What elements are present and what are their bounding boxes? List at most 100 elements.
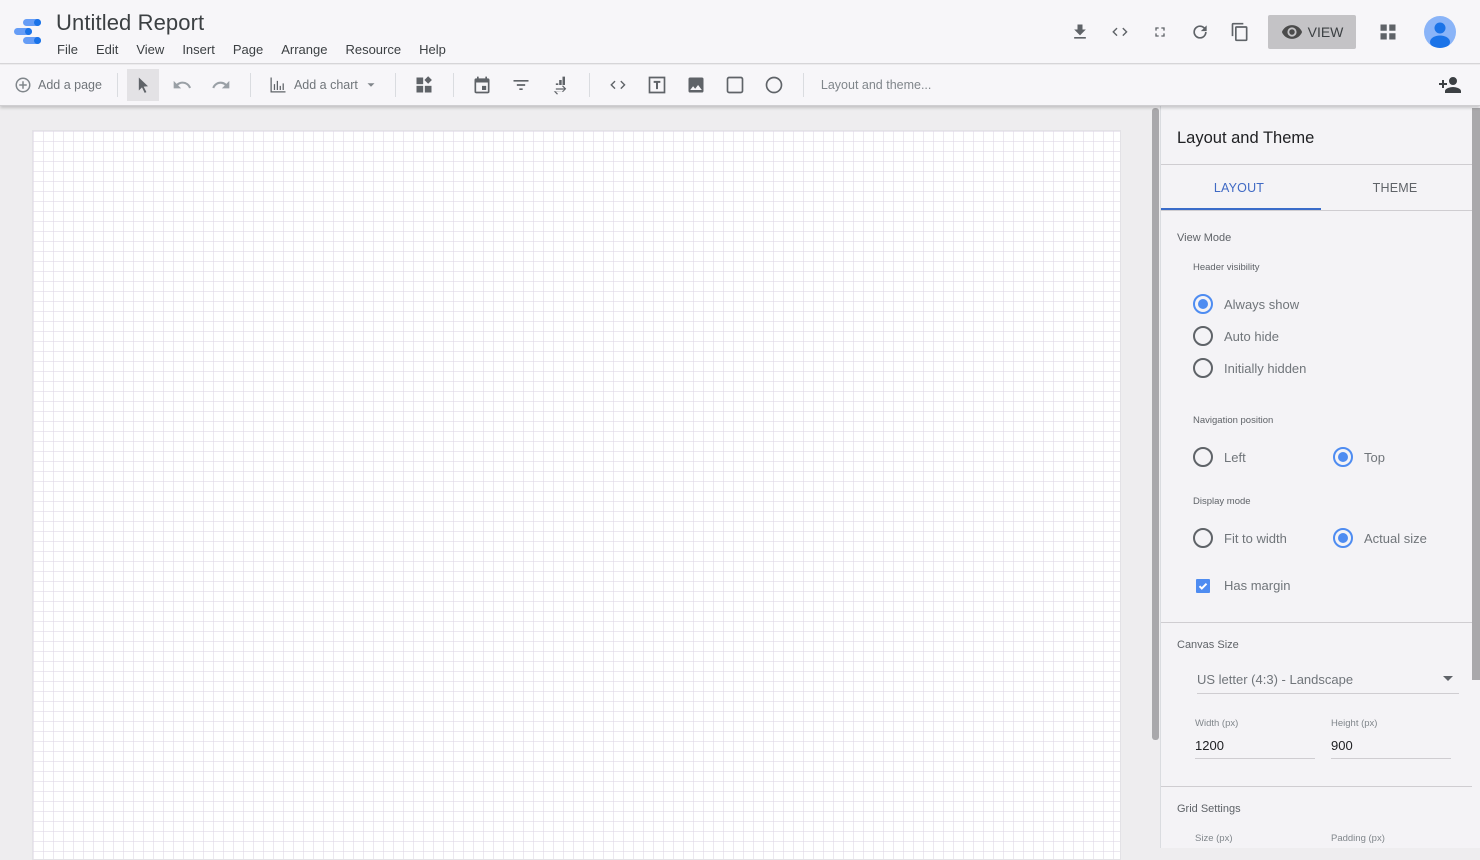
- text-box-icon: [649, 76, 666, 94]
- fullscreen-button[interactable]: [1140, 12, 1180, 52]
- radio-button[interactable]: [1193, 326, 1213, 346]
- menu-insert[interactable]: Insert: [173, 42, 224, 57]
- add-circle-icon: [15, 77, 31, 93]
- eye-icon: [1281, 25, 1302, 39]
- radio-nav-left[interactable]: Left: [1193, 447, 1246, 467]
- radio-button-checked[interactable]: [1333, 528, 1353, 548]
- width-input[interactable]: 1200: [1195, 735, 1315, 759]
- layout-and-theme-button[interactable]: Layout and theme...: [813, 69, 940, 101]
- radio-auto-hide[interactable]: Auto hide: [1193, 326, 1279, 346]
- radio-always-show[interactable]: Always show: [1193, 294, 1299, 314]
- redo-icon: [212, 80, 230, 89]
- image-icon: [688, 77, 704, 93]
- radio-initially-hidden[interactable]: Initially hidden: [1193, 358, 1306, 378]
- data-control-button[interactable]: [541, 69, 580, 101]
- community-visualizations-button[interactable]: [405, 69, 444, 101]
- circle-button[interactable]: [755, 69, 794, 101]
- toolbar-divider: [394, 73, 396, 97]
- radio-label: Fit to width: [1224, 530, 1287, 546]
- radio-label: Auto hide: [1224, 328, 1279, 344]
- toolbar-divider: [116, 73, 118, 97]
- dropdown-caret-icon: [1443, 676, 1453, 681]
- apps-button[interactable]: [1368, 12, 1408, 52]
- circle-icon: [766, 76, 783, 94]
- tab-layout[interactable]: LAYOUT: [1161, 165, 1321, 211]
- redo-button[interactable]: [202, 69, 241, 101]
- divider: [1161, 622, 1473, 623]
- height-label: Height (px): [1331, 718, 1378, 729]
- view-button[interactable]: VIEW: [1268, 15, 1356, 49]
- menu-resource[interactable]: Resource: [336, 42, 410, 57]
- menu-edit[interactable]: Edit: [87, 42, 127, 57]
- toolbar-divider: [249, 73, 251, 97]
- text-box-button[interactable]: [638, 69, 677, 101]
- menu-page[interactable]: Page: [224, 42, 272, 57]
- widgets-icon: [416, 76, 433, 93]
- divider: [1161, 786, 1473, 787]
- canvas-vertical-scrollbar[interactable]: [1152, 106, 1160, 848]
- canvas-size-value: US letter (4:3) - Landscape: [1197, 672, 1354, 687]
- url-embed-button[interactable]: [599, 69, 638, 101]
- date-range-button[interactable]: [463, 69, 502, 101]
- radio-button[interactable]: [1193, 528, 1213, 548]
- download-button[interactable]: [1060, 12, 1100, 52]
- width-label: Width (px): [1195, 718, 1239, 729]
- panel-title: Layout and Theme: [1177, 129, 1315, 147]
- grid-size-label: Size (px): [1195, 833, 1233, 844]
- radio-fit-to-width[interactable]: Fit to width: [1193, 528, 1287, 548]
- embed-icon: [1112, 27, 1128, 37]
- radio-button-checked[interactable]: [1333, 447, 1353, 467]
- menu-bar: File Edit View Insert Page Arrange Resou…: [48, 42, 455, 57]
- code-brackets-icon: [610, 80, 626, 90]
- checkmark-icon: [1198, 582, 1208, 590]
- panel-scrollbar-thumb[interactable]: [1472, 108, 1480, 680]
- menu-arrange[interactable]: Arrange: [272, 42, 336, 57]
- filter-control-button[interactable]: [502, 69, 541, 101]
- undo-button[interactable]: [163, 69, 202, 101]
- canvas-size-select[interactable]: US letter (4:3) - Landscape: [1197, 666, 1459, 694]
- radio-button-checked[interactable]: [1193, 294, 1213, 314]
- report-canvas[interactable]: [32, 130, 1121, 860]
- height-field: Height (px) 900: [1331, 718, 1451, 759]
- checkbox-label: Has margin: [1224, 578, 1291, 593]
- data-control-icon: [554, 76, 567, 95]
- radio-button[interactable]: [1193, 358, 1213, 378]
- radio-nav-top[interactable]: Top: [1333, 447, 1385, 467]
- radio-button[interactable]: [1193, 447, 1213, 467]
- data-studio-logo-icon[interactable]: [13, 17, 43, 47]
- menu-view[interactable]: View: [127, 42, 173, 57]
- select-tool-button[interactable]: [126, 69, 159, 101]
- radio-actual-size[interactable]: Actual size: [1333, 528, 1427, 548]
- copy-icon: [1231, 22, 1248, 42]
- tab-theme[interactable]: THEME: [1317, 165, 1473, 211]
- undo-icon: [174, 80, 192, 89]
- canvas-scrollbar-thumb[interactable]: [1152, 108, 1159, 740]
- refresh-button[interactable]: [1180, 12, 1220, 52]
- editor-toolbar: Add a page Add a chart Layout and theme.…: [0, 65, 1480, 106]
- embed-button[interactable]: [1100, 12, 1140, 52]
- menu-help[interactable]: Help: [410, 42, 455, 57]
- toolbar-divider: [802, 73, 804, 97]
- add-chart-dropdown[interactable]: Add a chart: [260, 69, 386, 101]
- toolbar-divider: [452, 73, 454, 97]
- header-visibility-label: Header visibility: [1193, 262, 1260, 273]
- has-margin-checkbox[interactable]: [1196, 578, 1210, 593]
- account-avatar[interactable]: [1424, 16, 1456, 48]
- person-add-icon: [1439, 77, 1461, 93]
- app-header: Untitled Report File Edit View Insert Pa…: [0, 0, 1480, 64]
- report-title[interactable]: Untitled Report: [56, 10, 204, 36]
- apps-grid-icon: [1380, 24, 1396, 40]
- has-margin-checkbox-row[interactable]: Has margin: [1193, 578, 1290, 593]
- rectangle-button[interactable]: [716, 69, 755, 101]
- copy-button[interactable]: [1220, 12, 1260, 52]
- menu-file[interactable]: File: [48, 42, 87, 57]
- calendar-icon: [474, 76, 490, 94]
- share-button[interactable]: [1438, 69, 1462, 101]
- rectangle-icon: [727, 76, 744, 94]
- panel-vertical-scrollbar[interactable]: [1472, 106, 1480, 848]
- image-button[interactable]: [677, 69, 716, 101]
- canvas-area: [0, 106, 1152, 860]
- add-page-button[interactable]: Add a page: [0, 69, 108, 101]
- display-mode-label: Display mode: [1193, 496, 1251, 507]
- height-input[interactable]: 900: [1331, 735, 1451, 759]
